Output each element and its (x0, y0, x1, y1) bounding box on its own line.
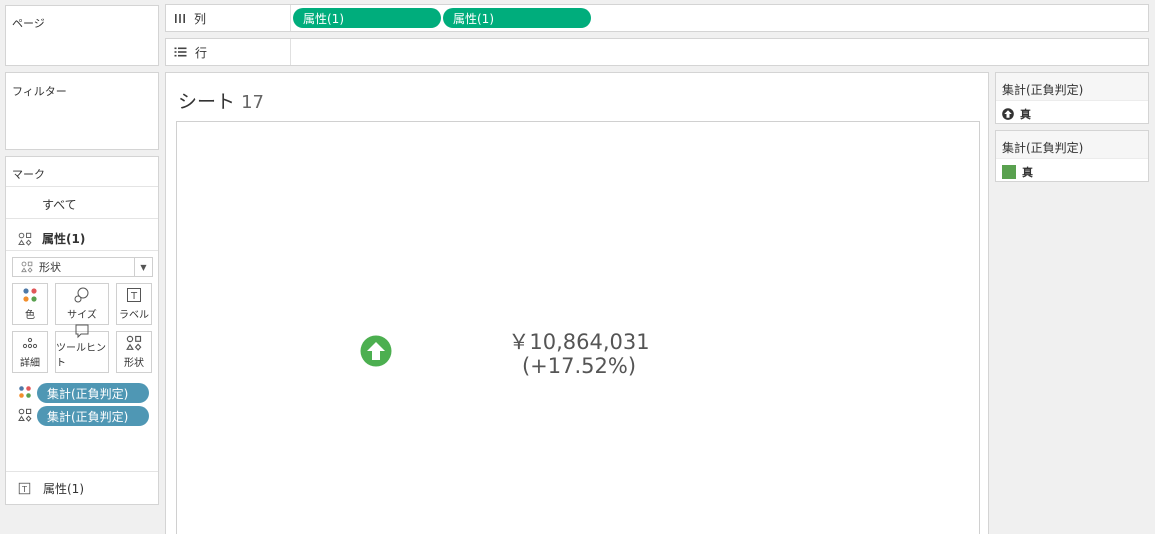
marks-all-tab[interactable]: すべて (6, 187, 158, 219)
rows-shelf-label: 行 (166, 39, 291, 65)
filters-card[interactable]: フィルター (5, 72, 159, 150)
rows-shelf[interactable]: 行 (165, 38, 1149, 66)
shape-field-pill[interactable]: 集計(正負判定) (37, 406, 149, 426)
shapes-icon (126, 332, 142, 354)
detail-icon (22, 332, 38, 354)
sheet-title-text: シート (178, 91, 236, 113)
detail-button[interactable]: 詳細 (12, 331, 48, 373)
pages-card[interactable]: ページ (5, 5, 159, 66)
color-icon (22, 284, 38, 306)
label-button-label: ラベル (119, 310, 149, 321)
shape-legend[interactable]: 集計(正負判定) 真 (995, 72, 1149, 124)
rows-label: 行 (195, 45, 208, 60)
shape-button[interactable]: 形状 (116, 331, 152, 373)
marks-title: マーク (12, 168, 45, 181)
column-field-pill[interactable]: 属性(1) (293, 8, 441, 28)
columns-shelf[interactable]: 列 属性(1) 属性(1) (165, 4, 1149, 32)
column-field-pill[interactable]: 属性(1) (443, 8, 591, 28)
svg-text:T: T (21, 483, 27, 493)
worksheet-view: シート 17 ￥10,864,031 (+17.52%) (165, 72, 989, 534)
shapes-icon (18, 232, 32, 246)
size-button-label: サイズ (67, 310, 97, 321)
marks-header: マーク (6, 157, 158, 187)
color-legend[interactable]: 集計(正負判定) 真 (995, 130, 1149, 182)
mark-type-value: 形状 (39, 261, 61, 274)
pages-title: ページ (12, 17, 45, 30)
sheet-title-number: 17 (241, 92, 264, 113)
tooltip-button[interactable]: ツールヒント (55, 324, 109, 373)
color-swatch (1002, 165, 1016, 179)
color-field-pill[interactable]: 集計(正負判定) (37, 383, 149, 403)
shape-encoding-icon (18, 408, 32, 425)
chevron-down-icon[interactable]: ▼ (134, 258, 152, 276)
columns-shelf-label: 列 (166, 5, 291, 31)
svg-text:T: T (130, 291, 138, 302)
color-legend-title: 集計(正負判定) (996, 131, 1148, 159)
shape-legend-title: 集計(正負判定) (996, 73, 1148, 101)
label-button[interactable]: T ラベル (116, 283, 152, 325)
marks-footer-label: 属性(1) (43, 481, 84, 496)
shapes-icon (21, 261, 33, 273)
color-legend-item[interactable]: 真 (996, 159, 1148, 180)
color-encoding-icon (18, 385, 32, 402)
up-arrow-icon (1002, 108, 1014, 120)
marks-text-field[interactable]: T 属性(1) (6, 471, 158, 504)
tooltip-icon (74, 323, 90, 339)
color-button[interactable]: 色 (12, 283, 48, 325)
marks-all-label: すべて (42, 198, 77, 212)
kpi-percent-change: (+17.52%) (521, 354, 637, 378)
filters-title: フィルター (12, 85, 67, 98)
viz-area[interactable]: ￥10,864,031 (+17.52%) (176, 121, 980, 534)
tooltip-button-label: ツールヒント (56, 343, 106, 369)
columns-label: 列 (194, 11, 207, 26)
detail-button-label: 詳細 (20, 358, 40, 369)
marks-attr-label: 属性(1) (42, 232, 86, 246)
column-field-pill-label: 属性(1) (303, 11, 344, 26)
text-label-icon: T (126, 284, 142, 306)
shape-legend-item[interactable]: 真 (996, 101, 1148, 122)
mark-type-dropdown[interactable]: 形状 ▼ (12, 257, 153, 277)
text-label-icon: T (18, 482, 31, 494)
shape-button-label: 形状 (124, 358, 144, 369)
columns-icon (175, 14, 185, 23)
color-field-pill-label: 集計(正負判定) (47, 386, 129, 401)
color-button-label: 色 (25, 310, 35, 321)
shape-legend-item-label: 真 (1020, 108, 1031, 121)
size-icon (73, 284, 91, 306)
kpi-value: ￥10,864,031 (508, 330, 650, 354)
size-button[interactable]: サイズ (55, 283, 109, 325)
shape-field-pill-label: 集計(正負判定) (47, 409, 129, 424)
marks-card: マーク すべて 属性(1) 形状 ▼ 色 サイズ T ラベル 詳細 ツールヒント… (5, 156, 159, 505)
rows-icon (174, 47, 187, 57)
sheet-title: シート 17 (178, 87, 264, 114)
color-legend-item-label: 真 (1022, 166, 1033, 179)
column-field-pill-label: 属性(1) (453, 11, 494, 26)
marks-attr-tab[interactable]: 属性(1) (6, 219, 158, 251)
